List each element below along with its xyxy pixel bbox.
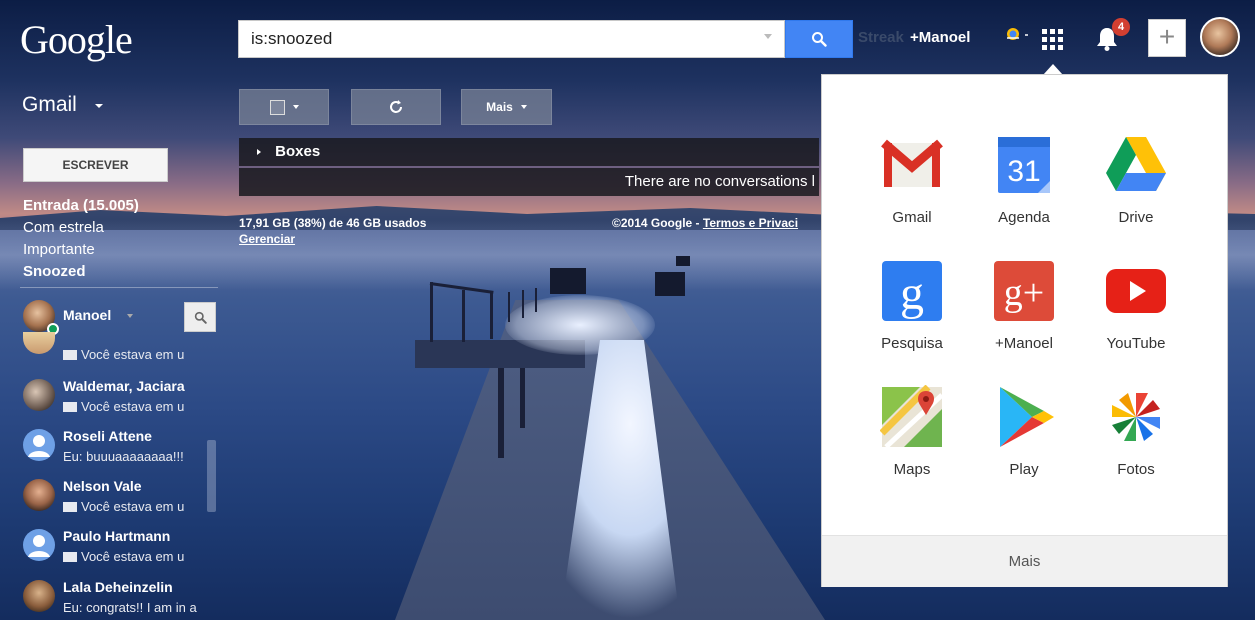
chat-contact-status: Eu: buuuaaaaaaaa!!! <box>63 449 184 464</box>
storage-usage-text: 17,91 GB (38%) de 46 GB usados <box>239 216 427 230</box>
contact-avatar[interactable] <box>23 479 55 511</box>
search-button[interactable] <box>785 20 853 58</box>
photos-icon <box>1104 385 1168 449</box>
youtube-icon <box>1104 259 1168 323</box>
boxes-section-header[interactable]: Boxes <box>239 138 819 166</box>
chat-contact-status: Você estava em u <box>63 499 203 514</box>
svg-text:g+: g+ <box>1004 272 1044 314</box>
more-actions-label: Mais <box>486 100 513 114</box>
apps-more-button[interactable]: Mais <box>822 535 1227 587</box>
google-logo[interactable]: Google <box>20 16 133 63</box>
chat-search-button[interactable] <box>184 302 216 332</box>
apps-panel: Gmail 31 Agenda Drive g Pesquisa g+ +Man… <box>821 74 1228 587</box>
chevron-down-icon <box>520 105 527 109</box>
chat-scrollbar[interactable] <box>207 440 216 512</box>
svg-text:g: g <box>900 267 924 320</box>
chat-contact-status: Você estava em u <box>63 549 203 564</box>
search-input[interactable] <box>239 21 759 57</box>
app-search[interactable]: g Pesquisa <box>857 259 967 352</box>
refresh-button[interactable] <box>351 89 441 125</box>
search-icon <box>812 32 827 47</box>
notification-count-badge: 4 <box>1112 18 1130 36</box>
copyright-text: ©2014 Google - <box>612 216 703 230</box>
svg-text:31: 31 <box>1007 155 1040 188</box>
play-store-icon <box>992 385 1056 449</box>
app-photos[interactable]: Fotos <box>1081 385 1191 478</box>
app-google-plus[interactable]: g+ +Manoel <box>969 259 1079 352</box>
chat-contact-name[interactable]: Waldemar, Jaciara <box>63 378 185 394</box>
calendar-icon: 31 <box>992 133 1056 197</box>
footer-copyright: ©2014 Google - Termos e Privaci <box>612 216 798 230</box>
chat-contact-name[interactable]: Nelson Vale <box>63 478 142 494</box>
chat-contact-name[interactable]: Roseli Attene <box>63 428 152 444</box>
contact-avatar[interactable] <box>23 429 55 461</box>
chat-contact-status: Você estava em u <box>63 347 203 362</box>
gmail-menu-label[interactable]: Gmail <box>22 93 77 117</box>
contact-avatar[interactable] <box>23 379 55 411</box>
checkbox-icon <box>269 99 285 115</box>
app-calendar[interactable]: 31 Agenda <box>969 133 1079 226</box>
app-drive[interactable]: Drive <box>1081 133 1191 226</box>
sidebar-divider <box>20 287 218 288</box>
chevron-down-icon <box>292 105 299 109</box>
sidebar-item-starred[interactable]: Com estrela <box>23 219 104 236</box>
expand-triangle-icon <box>257 149 261 156</box>
maps-icon <box>879 384 944 449</box>
sidebar-item-inbox[interactable]: Entrada (15.005) <box>23 197 139 214</box>
chat-contact-name[interactable]: Lala Deheinzelin <box>63 579 173 595</box>
chat-contact-name[interactable]: Paulo Hartmann <box>63 528 170 544</box>
video-call-icon <box>63 552 77 562</box>
streak-link[interactable]: Streak <box>858 29 904 46</box>
chevron-down-icon[interactable] <box>95 104 103 108</box>
account-avatar[interactable] <box>1200 17 1240 57</box>
select-button[interactable] <box>239 89 329 125</box>
app-play[interactable]: Play <box>969 385 1079 478</box>
search-box <box>238 20 785 58</box>
chat-contact-status: Eu: congrats!! I am in a <box>63 600 197 615</box>
streak-menu-icon[interactable] <box>1005 26 1035 49</box>
profile-link[interactable]: +Manoel <box>910 29 970 46</box>
refresh-icon <box>390 100 402 113</box>
terms-privacy-link[interactable]: Termos e Privaci <box>703 216 798 230</box>
chevron-down-icon[interactable] <box>127 314 133 318</box>
share-button[interactable]: + <box>1148 19 1186 57</box>
search-icon <box>194 311 207 324</box>
google-plus-icon: g+ <box>992 259 1056 323</box>
search-options-caret-icon[interactable] <box>764 34 772 39</box>
video-call-icon <box>63 350 77 360</box>
app-gmail[interactable]: Gmail <box>857 133 967 226</box>
boxes-label: Boxes <box>275 143 321 160</box>
contact-avatar[interactable] <box>23 529 55 561</box>
sidebar-item-important[interactable]: Importante <box>23 241 95 258</box>
gmail-icon <box>880 133 944 197</box>
sidebar-item-snoozed[interactable]: Snoozed <box>23 263 86 280</box>
manage-storage-link[interactable]: Gerenciar <box>239 232 295 246</box>
my-chat-name[interactable]: Manoel <box>63 307 111 323</box>
chat-contact-status: Você estava em u <box>63 399 203 414</box>
apps-grid-icon[interactable] <box>1040 27 1064 51</box>
more-actions-button[interactable]: Mais <box>461 89 552 125</box>
empty-message: There are no conversations l <box>239 168 819 196</box>
google-search-icon: g <box>880 259 944 323</box>
video-call-icon <box>63 502 77 512</box>
person-icon <box>28 435 50 457</box>
contact-avatar[interactable] <box>23 580 55 612</box>
compose-button[interactable]: ESCREVER <box>23 148 168 182</box>
app-youtube[interactable]: YouTube <box>1081 259 1191 352</box>
app-maps[interactable]: Maps <box>857 384 967 478</box>
video-call-icon <box>63 402 77 412</box>
person-icon <box>28 535 50 557</box>
drive-icon <box>1104 133 1168 197</box>
